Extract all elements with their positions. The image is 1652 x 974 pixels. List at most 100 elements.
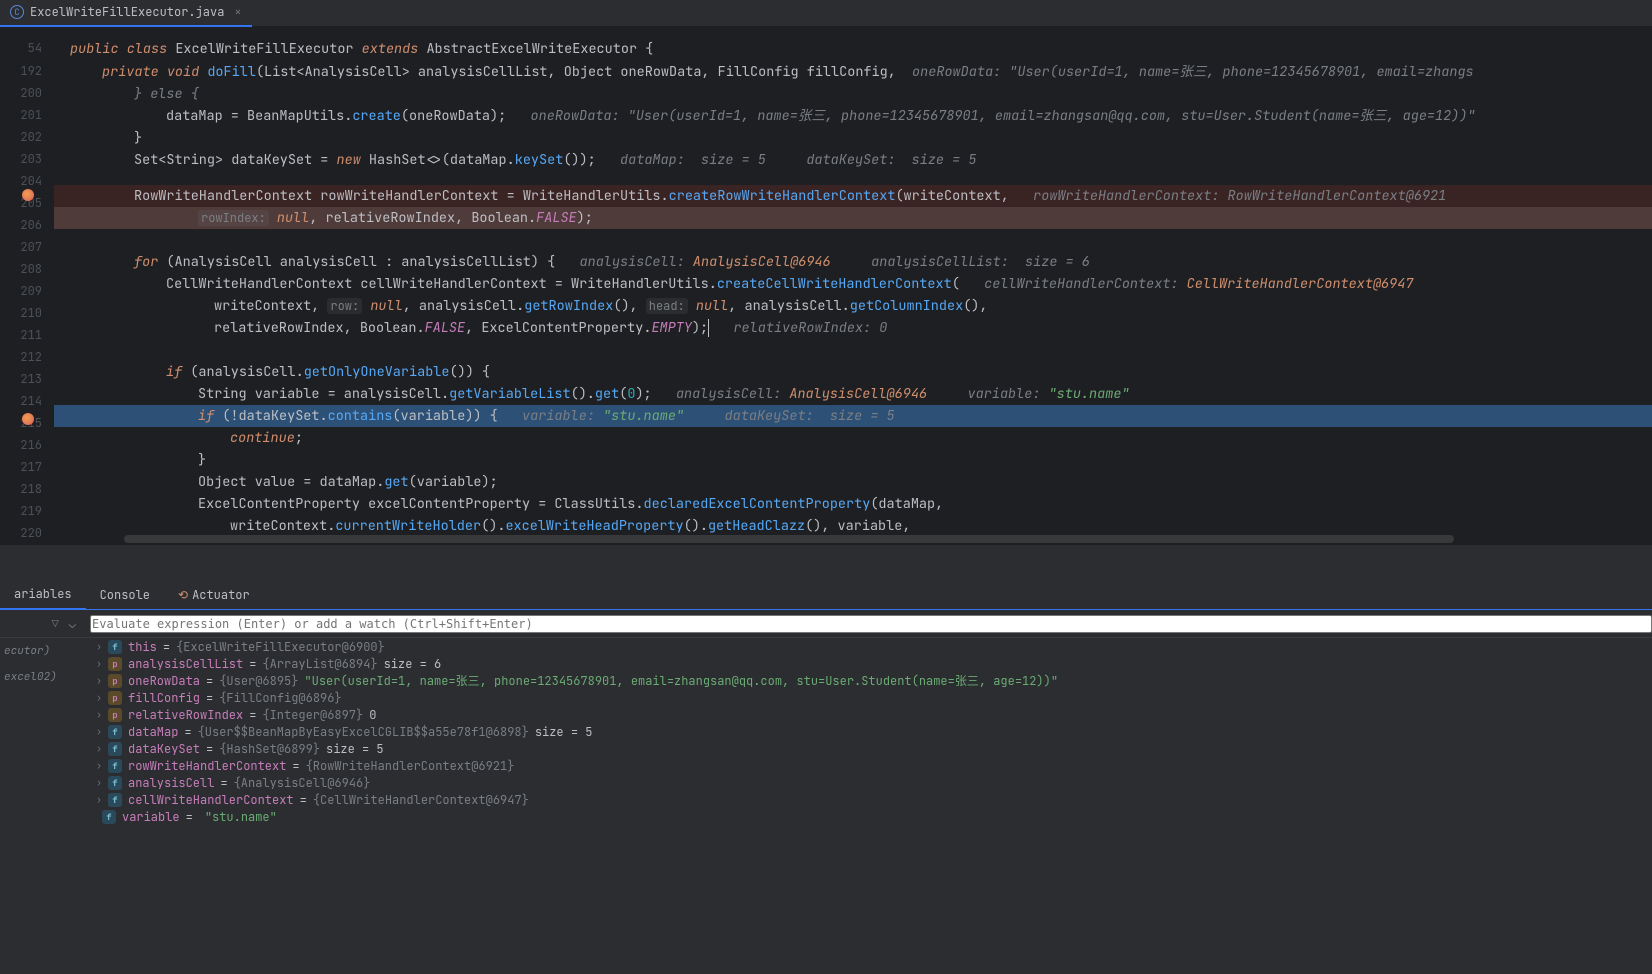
line-number: 217 [20,459,42,475]
expand-icon[interactable]: › [96,759,102,772]
expand-icon[interactable]: › [96,793,102,806]
stack-frame[interactable]: ecutor) [0,638,46,664]
expand-icon[interactable]: › [96,725,102,738]
field-icon: f [108,640,122,654]
variables-tree[interactable]: ›fthis = {ExcelWriteFillExecutor@6900}›p… [92,638,1652,974]
tab-actuator[interactable]: ⟲Actuator [164,581,264,609]
variable-row[interactable]: ›fcellWriteHandlerContext = {CellWriteHa… [92,791,1652,808]
line-number: 200 [20,85,42,101]
expand-icon[interactable]: › [96,742,102,755]
variable-name: analysisCellList [128,656,243,672]
variable-row[interactable]: ›fthis = {ExcelWriteFillExecutor@6900} [92,638,1652,655]
line-number: 213 [20,371,42,387]
field-icon: f [108,759,122,773]
expand-icon[interactable]: › [96,674,102,687]
code-line: ExcelContentProperty excelContentPropert… [54,493,1652,515]
variable-type: {User$$BeanMapByEasyExcelCGLIB$$a55e78f1… [198,724,529,740]
breakpoint-icon[interactable] [22,413,34,425]
java-class-icon: C [10,5,24,19]
code-line: for (AnalysisCell analysisCell : analysi… [54,251,1652,273]
expand-icon[interactable]: › [96,640,102,653]
close-icon[interactable]: × [234,4,241,20]
frames-list[interactable]: ecutor) excel02) [0,638,46,690]
breakpoint-icon[interactable] [22,189,34,201]
parameter-icon: p [108,691,122,705]
variable-row[interactable]: ›frowWriteHandlerContext = {RowWriteHand… [92,757,1652,774]
code-line: writeContext, row: null, analysisCell.ge… [54,295,1652,317]
gutter: 54 192 200 201 202 203 204 205 206 207 2… [0,27,54,545]
field-icon: f [108,793,122,807]
line-number: 220 [20,525,42,541]
debug-tabs: ariables Console ⟲Actuator [0,580,1652,610]
filter-icon[interactable]: ▽ [52,616,59,632]
chevron-down-icon[interactable]: ⌄ [69,616,76,632]
tab-filename: ExcelWriteFillExecutor.java [30,4,224,20]
line-number: 207 [20,239,42,255]
variable-name: fillConfig [128,690,200,706]
line-number: 212 [20,349,42,365]
expand-icon[interactable]: › [96,657,102,670]
line-number: 209 [20,283,42,299]
variable-name: variable [122,809,180,825]
variable-type: {AnalysisCell@6946} [234,775,371,791]
line-number: 204 [20,173,42,189]
variable-type: {CellWriteHandlerContext@6947} [313,792,529,808]
line-number: 214 [20,393,42,409]
line-number: 201 [20,107,42,123]
variable-row[interactable]: ›prelativeRowIndex = {Integer@6897} 0 [92,706,1652,723]
line-number: 54 [28,40,42,56]
code-line: continue; [54,427,1652,449]
evaluate-input[interactable] [90,615,1652,633]
variable-row[interactable]: ›fdataMap = {User$$BeanMapByEasyExcelCGL… [92,723,1652,740]
parameter-icon: p [108,657,122,671]
variable-name: dataKeySet [128,741,200,757]
code-editor[interactable]: 54 192 200 201 202 203 204 205 206 207 2… [0,27,1652,545]
variable-row[interactable]: ›fdataKeySet = {HashSet@6899} size = 5 [92,740,1652,757]
field-icon: f [108,725,122,739]
code-line: } [54,449,1652,471]
field-icon: f [108,776,122,790]
expand-icon[interactable]: › [96,691,102,704]
line-number: 210 [20,305,42,321]
line-number: 216 [20,437,42,453]
variable-name: dataMap [128,724,178,740]
variable-row[interactable]: fvariable = "stu.name" [92,808,1652,825]
code-line: String variable = analysisCell.getVariab… [54,383,1652,405]
parameter-icon: p [108,708,122,722]
code-line: } else { [54,83,1652,105]
expand-icon[interactable]: › [96,776,102,789]
code-line: dataMap = BeanMapUtils.create(oneRowData… [54,105,1652,127]
code-area[interactable]: public class ExcelWriteFillExecutor exte… [54,27,1652,545]
variable-value: 0 [369,707,376,723]
line-number: 203 [20,151,42,167]
variable-name: oneRowData [128,673,200,689]
line-number: 206 [20,217,42,233]
variable-value: "User(userId=1, name=张三, phone=123456789… [304,672,1058,689]
stack-frame[interactable]: excel02) [0,664,46,690]
line-number: 211 [20,327,42,343]
variable-value: "stu.name" [205,809,277,825]
variable-type: {ArrayList@6894} [262,656,377,672]
variable-name: analysisCell [128,775,214,791]
tab-bar: C ExcelWriteFillExecutor.java × [0,0,1652,27]
code-line: } [54,127,1652,149]
code-line: relativeRowIndex, Boolean.FALSE, ExcelCo… [54,317,1652,339]
code-line: if (analysisCell.getOnlyOneVariable()) { [54,361,1652,383]
tab-console[interactable]: Console [86,581,164,609]
variable-row[interactable]: ›pfillConfig = {FillConfig@6896} [92,689,1652,706]
variable-row[interactable]: ›fanalysisCell = {AnalysisCell@6946} [92,774,1652,791]
editor-tab[interactable]: C ExcelWriteFillExecutor.java × [0,0,252,27]
variable-type: {Integer@6897} [262,707,363,723]
execution-line: if (!dataKeySet.contains(variable)) { va… [54,405,1652,427]
variable-row[interactable]: ›panalysisCellList = {ArrayList@6894} si… [92,655,1652,672]
expand-icon[interactable]: › [96,708,102,721]
tab-variables[interactable]: ariables [0,580,86,610]
code-line: CellWriteHandlerContext cellWriteHandler… [54,273,1652,295]
horizontal-scrollbar[interactable] [124,535,1454,543]
code-line: writeContext.currentWriteHolder().excelW… [54,515,1652,537]
code-line: private void doFill(List<AnalysisCell> a… [54,61,1652,83]
variable-row[interactable]: ›poneRowData = {User@6895} "User(userId=… [92,672,1652,689]
code-line: Set<String> dataKeySet = new HashSet<>(d… [54,149,1652,171]
code-line: public class ExcelWriteFillExecutor exte… [54,38,1652,60]
parameter-icon: p [108,674,122,688]
